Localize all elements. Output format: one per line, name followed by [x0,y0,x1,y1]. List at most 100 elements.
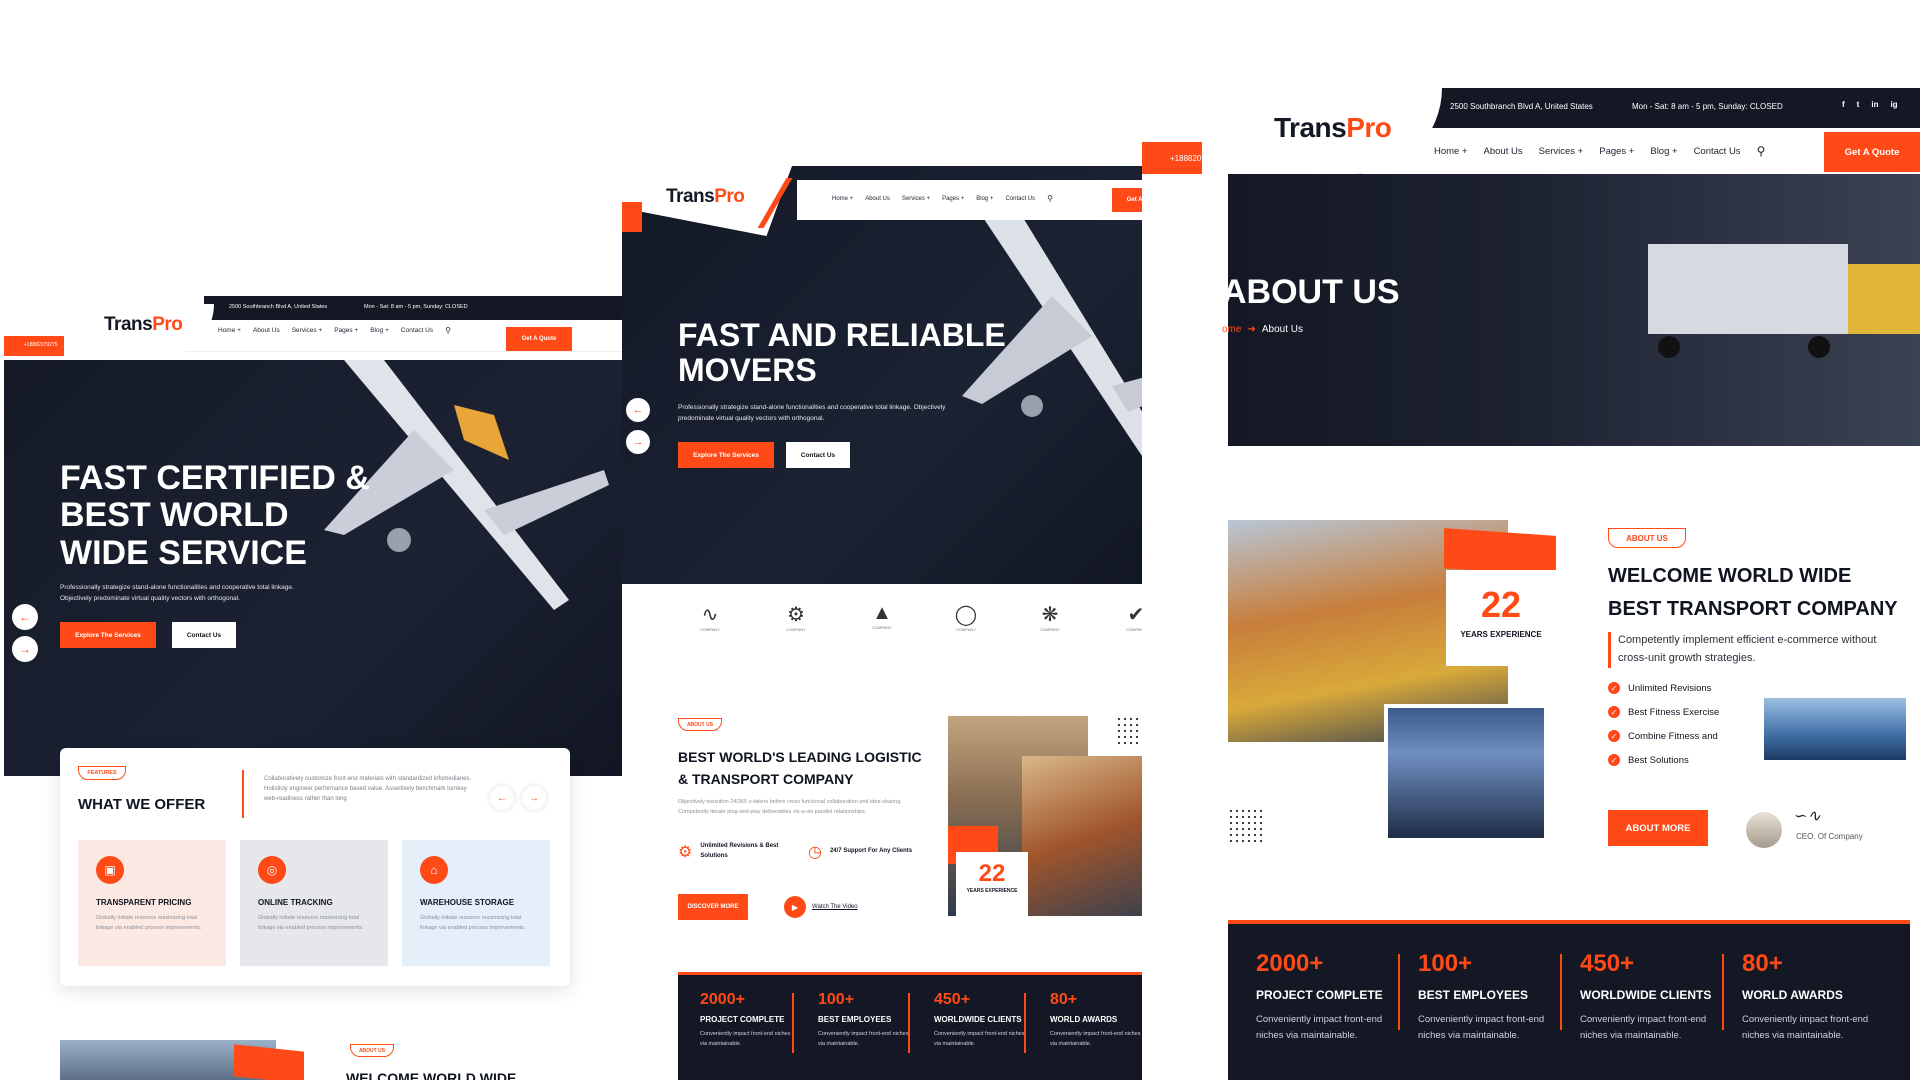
middle-cargo-photo [1022,756,1158,916]
left-quote-button[interactable]: Get A Quote [506,327,572,351]
right-quote-button[interactable]: Get A Quote [1824,132,1920,172]
middle-feature-1: ⚙ Unlimited Revisions & Best Solutions [678,843,779,861]
about-more-button[interactable]: ABOUT MORE [1608,810,1708,846]
partner-logo-1[interactable]: ∿ COMPANY [690,602,730,632]
offer-next-icon[interactable]: → [522,786,546,810]
support-icon: ⚙ [678,844,693,861]
left-hero-text: Professionally strategize stand-alone fu… [60,584,294,603]
card-pricing[interactable]: ▣ TRANSPARENT PRICING Globally initiate … [78,840,226,966]
left-hero: FAST CERTIFIED & BEST WORLD WIDE SERVICE P… [4,360,622,776]
nav-services[interactable]: Services + [292,327,323,334]
nav-about[interactable]: About Us [865,196,890,202]
nav-home[interactable]: Home + [1434,146,1468,157]
right-nav: Home + About Us Services + Pages + Blog … [1434,144,1765,158]
prev-arrow-icon[interactable]: ← [12,604,38,630]
right-logo[interactable]: TransPro [1274,112,1392,144]
linkedin-icon[interactable]: in [1871,100,1878,109]
nav-blog[interactable]: Blog + [370,327,389,334]
left-logo[interactable]: TransPro [104,314,183,336]
twitter-icon[interactable]: t [1857,100,1860,109]
instagram-icon[interactable]: ig [1890,100,1897,109]
ceo-avatar [1746,812,1782,848]
breadcrumb: ome ➜ About Us [1222,324,1303,335]
middle-feature-2: ◷ 24/7 Support For Any Clients [808,844,913,861]
left-about-tag: ABOUT US [350,1044,394,1057]
check-icon: ✓ [1608,754,1620,766]
nav-home[interactable]: Home + [832,196,853,202]
left-contact-button[interactable]: Contact Us [172,622,236,648]
right-hours: Mon - Sat: 8 am - 5 pm, Sunday: CLOSED [1632,102,1783,111]
nav-about[interactable]: About Us [253,327,280,334]
social-icons: f t in ig [1842,100,1898,109]
middle-explore-button[interactable]: Explore The Services [678,442,774,468]
watch-video-link[interactable]: ▶ Watch The Video [784,896,858,918]
left-header: TransPro +18882079275 2500 Southbranch B… [4,292,622,360]
nav-services[interactable]: Services + [1539,146,1584,157]
right-phone[interactable]: +18882079275 [1170,154,1224,163]
tracking-icon: ◎ [258,856,286,884]
bullet-item: ✓ Best Solutions [1608,754,1719,766]
search-icon[interactable]: ⚲ [445,326,451,335]
middle-hero-title: FAST AND RELIABLE MOVERS [678,317,1006,389]
middle-years-badge: 22 YEARS EXPERIENCE [956,852,1028,916]
nav-home[interactable]: Home + [218,327,241,334]
middle-logo[interactable]: TransPro [666,186,745,208]
partner-logo-2[interactable]: ⚙ COMPANY [776,602,816,632]
right-port-photo [1384,704,1548,842]
play-icon: ▶ [784,896,806,918]
search-icon[interactable]: ⚲ [1757,144,1766,158]
left-address: 2500 Southbranch Blvd A, United States [229,304,328,310]
ceo-signature: ∽∿ [1794,806,1821,825]
offer-desc: Collaboratively customize front-end mate… [264,776,472,803]
middle-stats-band: 2000+ PROJECT COMPLETE Conveniently impa… [678,972,1174,1080]
facebook-icon[interactable]: f [1842,100,1845,109]
left-hours: Mon - Sat: 8 am - 5 pm, Sunday: CLOSED [364,304,468,310]
partner-logo-3[interactable]: ▲ COMPANY [862,602,902,630]
left-nav: Home + About Us Services + Pages + Blog … [218,326,451,335]
check-icon: ✓ [1608,682,1620,694]
right-preview: TransPro +18882079275 2500 Southbranch B… [1142,88,1920,1080]
card-warehouse[interactable]: ⌂ WAREHOUSE STORAGE Globally initiate re… [402,840,550,966]
middle-hero-text: Professionally strategize stand-alone fu… [678,404,946,423]
right-bullets: ✓ Unlimited Revisions ✓ Best Fitness Exerc… [1608,682,1719,766]
partner-logo-4[interactable]: ◯ COMPANY [946,602,986,632]
card-tracking[interactable]: ◎ ONLINE TRACKING Globally initiate reso… [240,840,388,966]
next-arrow-icon[interactable]: → [12,636,38,662]
nav-blog[interactable]: Blog + [1650,146,1677,157]
middle-contact-button[interactable]: Contact Us [786,442,850,468]
right-address: 2500 Southbranch Blvd A, United States [1450,102,1593,111]
truck-image [1608,244,1920,364]
breadcrumb-home[interactable]: ome [1222,324,1241,335]
right-about-lead: Competently implement efficient e-commer… [1618,634,1877,664]
nav-about[interactable]: About Us [1484,146,1523,157]
nav-blog[interactable]: Blog + [976,196,993,202]
middle-next-arrow-icon[interactable]: → [626,430,650,454]
nav-contact[interactable]: Contact Us [1694,146,1741,157]
left-explore-button[interactable]: Explore The Services [60,622,156,648]
discover-more-button[interactable]: DISCOVER MORE [678,894,748,920]
right-about-tag: ABOUT US [1608,528,1686,548]
middle-about-title: BEST WORLD'S LEADING LOGISTIC & TRANSPORT… [678,749,922,788]
bullet-item: ✓ Combine Fitness and [1608,730,1719,742]
partner-logo-5[interactable]: ❋ COMPANY [1030,602,1070,632]
right-ship-photo [1764,698,1906,760]
breadcrumb-current: About Us [1261,324,1303,335]
offer-prev-icon[interactable]: ← [490,786,514,810]
ceo-label: CEO. Of Company [1796,832,1863,841]
nav-pages[interactable]: Pages + [942,196,964,202]
middle-nav: Home + About Us Services + Pages + Blog … [832,194,1053,203]
middle-hero: TransPro Home + About Us Services + Page… [622,166,1228,584]
left-phone[interactable]: +18882079275 [24,342,58,348]
nav-pages[interactable]: Pages + [1599,146,1634,157]
middle-preview: TransPro Home + About Us Services + Page… [622,166,1228,1080]
search-icon[interactable]: ⚲ [1047,194,1053,203]
right-years-badge: 22 YEARS EXPERIENCE [1446,570,1556,666]
nav-pages[interactable]: Pages + [334,327,358,334]
nav-services[interactable]: Services + [902,196,930,202]
nav-contact[interactable]: Contact Us [401,327,433,334]
bullet-item: ✓ Best Fitness Exercise [1608,706,1719,718]
partners-strip: ∿ COMPANY ⚙ COMPANY ▲ COMPANY ◯ COMPANY ❋ COM… [622,584,1228,668]
middle-prev-arrow-icon[interactable]: ← [626,398,650,422]
nav-contact[interactable]: Contact Us [1005,196,1035,202]
pricing-icon: ▣ [96,856,124,884]
